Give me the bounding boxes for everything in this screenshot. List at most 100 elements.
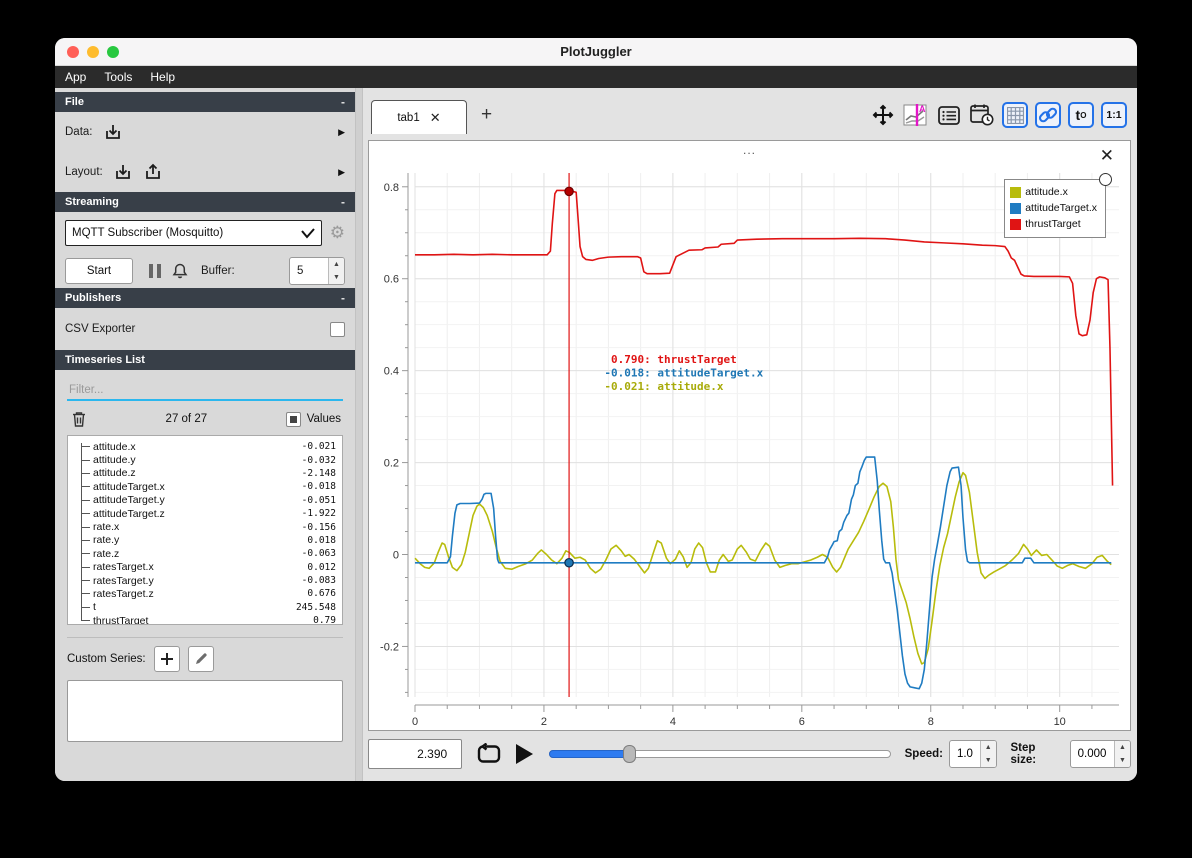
spin-up-icon[interactable]: ▲ — [1115, 741, 1130, 754]
time-display[interactable]: 2.390 — [368, 739, 463, 769]
add-custom-series-button[interactable] — [153, 646, 180, 672]
legend-color-chip — [1010, 218, 1022, 230]
list-item[interactable]: attitude.y -0.032 — [81, 453, 336, 466]
list-item[interactable]: rate.y 0.018 — [81, 534, 336, 547]
grid-view-icon[interactable] — [1002, 102, 1028, 128]
collapse-publishers-icon[interactable]: - — [341, 291, 345, 305]
list-item[interactable]: ratesTarget.z 0.676 — [81, 587, 336, 600]
list-item[interactable]: attitudeTarget.x -0.018 — [81, 480, 336, 493]
plot-legend[interactable]: attitude.x attitudeTarget.x thrustTarget — [1004, 173, 1112, 238]
ratio-one-to-one-icon[interactable]: 1:1 — [1101, 102, 1127, 128]
svg-text:: thrustTarget: : thrustTarget — [644, 353, 737, 366]
buffer-label: Buffer: — [201, 265, 235, 277]
plot-close-icon[interactable]: ✕ — [1100, 147, 1114, 164]
gear-icon[interactable]: ⚙ — [330, 223, 345, 243]
list-item[interactable]: attitudeTarget.y -0.051 — [81, 494, 336, 507]
series-value: -1.922 — [301, 508, 336, 520]
trash-icon[interactable] — [71, 410, 87, 428]
series-name: rate.y — [93, 534, 120, 547]
layout-import-icon[interactable] — [113, 162, 133, 182]
series-name: attitude.z — [93, 467, 136, 480]
plot-widget[interactable]: ... ✕ -0.2 0 0.2 0.4 0.6 0.8 0 2 4 6 8 10 0.790 : th… — [368, 140, 1131, 731]
slider-handle[interactable] — [622, 745, 636, 763]
menu-tools[interactable]: Tools — [104, 70, 132, 84]
start-button[interactable]: Start — [65, 258, 133, 284]
list-item[interactable]: t 245.548 — [81, 601, 336, 614]
list-item[interactable]: attitude.x -0.021 — [81, 440, 336, 453]
spin-up-icon[interactable]: ▲ — [329, 258, 344, 271]
values-checkbox[interactable] — [285, 411, 301, 427]
list-item[interactable]: thrustTarget 0.79 — [81, 614, 336, 624]
calendar-clock-icon[interactable] — [969, 102, 995, 128]
legend-color-chip — [1010, 186, 1022, 198]
spin-down-icon[interactable]: ▼ — [329, 271, 344, 284]
bell-icon[interactable] — [171, 262, 189, 280]
legend-drag-handle-icon[interactable] — [1099, 173, 1112, 186]
list-view-icon[interactable] — [936, 102, 962, 128]
loop-icon[interactable] — [476, 743, 502, 765]
filter-input[interactable] — [67, 381, 343, 399]
spin-up-icon[interactable]: ▲ — [980, 741, 996, 754]
series-name: rate.x — [93, 521, 120, 534]
series-name: ratesTarget.y — [93, 574, 154, 587]
speed-spinbox[interactable]: 1.0 ▲ ▼ — [948, 740, 997, 768]
list-item[interactable]: attitudeTarget.z -1.922 — [81, 507, 336, 520]
timeline-slider[interactable] — [549, 745, 891, 763]
app-window: PlotJuggler App Tools Help File - Data: — [55, 38, 1137, 781]
legend-color-chip — [1010, 202, 1022, 214]
timeseries-section-header[interactable]: Timeseries List — [55, 350, 355, 370]
plot-canvas[interactable]: -0.2 0 0.2 0.4 0.6 0.8 0 2 4 6 8 10 0.790 : thrustTa… — [371, 167, 1127, 727]
svg-text:-0.021: -0.021 — [604, 380, 644, 393]
collapse-streaming-icon[interactable]: - — [341, 195, 345, 209]
publishers-section-header[interactable]: Publishers - — [55, 288, 355, 308]
streaming-section-header[interactable]: Streaming - — [55, 192, 355, 212]
streaming-source-select[interactable]: MQTT Subscriber (Mosquitto) — [65, 220, 322, 246]
layout-menu-arrow-icon[interactable]: ▶ — [338, 167, 345, 178]
list-item[interactable]: attitude.z -2.148 — [81, 467, 336, 480]
plus-icon — [160, 653, 173, 665]
series-name: attitude.x — [93, 440, 136, 453]
legend-item[interactable]: attitudeTarget.x — [1010, 200, 1097, 216]
list-item[interactable]: rate.x -0.156 — [81, 520, 336, 534]
edit-custom-series-button[interactable] — [187, 646, 214, 672]
svg-text:2: 2 — [541, 716, 547, 727]
custom-series-list[interactable] — [67, 680, 343, 742]
csv-exporter-checkbox[interactable] — [330, 321, 345, 337]
curve-tracker-icon[interactable]: A — [903, 102, 929, 128]
legend-item[interactable]: attitude.x — [1010, 184, 1097, 200]
legend-item[interactable]: thrustTarget — [1010, 216, 1097, 232]
svg-text:0.4: 0.4 — [384, 366, 399, 378]
custom-series-label: Custom Series: — [67, 653, 146, 665]
list-item[interactable]: ratesTarget.x 0.012 — [81, 561, 336, 574]
play-icon[interactable] — [516, 744, 534, 764]
menu-help[interactable]: Help — [150, 70, 175, 84]
spin-down-icon[interactable]: ▼ — [980, 754, 996, 767]
timeseries-list[interactable]: attitude.x -0.021 attitude.y -0.032 attitude… — [67, 435, 343, 625]
file-section-header[interactable]: File - — [55, 92, 355, 112]
layout-export-icon[interactable] — [143, 162, 163, 182]
data-import-icon[interactable] — [103, 122, 123, 142]
time-offset-icon[interactable]: tO — [1068, 102, 1094, 128]
pause-icon[interactable] — [149, 264, 161, 278]
list-item[interactable]: rate.z -0.063 — [81, 547, 336, 560]
pan-zoom-icon[interactable] — [870, 102, 896, 128]
step-size-spinbox[interactable]: 0.000 ▲ ▼ — [1069, 740, 1131, 768]
tab-bar: tab1 ✕ + A t O 1:1 — [363, 88, 1137, 136]
data-menu-arrow-icon[interactable]: ▶ — [338, 127, 345, 138]
buffer-spinbox[interactable]: 5 ▲ ▼ — [289, 257, 345, 285]
menu-app[interactable]: App — [65, 70, 86, 84]
list-item[interactable]: ratesTarget.y -0.083 — [81, 574, 336, 587]
playback-bar: 2.390 Speed: 1.0 ▲ ▼ Step size: 0.000 ▲ … — [368, 736, 1131, 772]
csv-exporter-label: CSV Exporter — [65, 323, 136, 335]
plot-splitter-dots[interactable]: ... — [369, 143, 1130, 157]
series-name: rate.z — [93, 547, 120, 560]
tab-tab1[interactable]: tab1 ✕ — [371, 100, 467, 134]
series-value: -0.032 — [301, 454, 336, 466]
link-axes-icon[interactable] — [1035, 102, 1061, 128]
spin-down-icon[interactable]: ▼ — [1115, 754, 1130, 767]
svg-text:0.6: 0.6 — [384, 274, 399, 286]
add-tab-button[interactable]: + — [481, 104, 492, 126]
panel-splitter[interactable] — [355, 88, 363, 781]
tab-close-icon[interactable]: ✕ — [430, 110, 441, 126]
collapse-file-icon[interactable]: - — [341, 95, 345, 109]
